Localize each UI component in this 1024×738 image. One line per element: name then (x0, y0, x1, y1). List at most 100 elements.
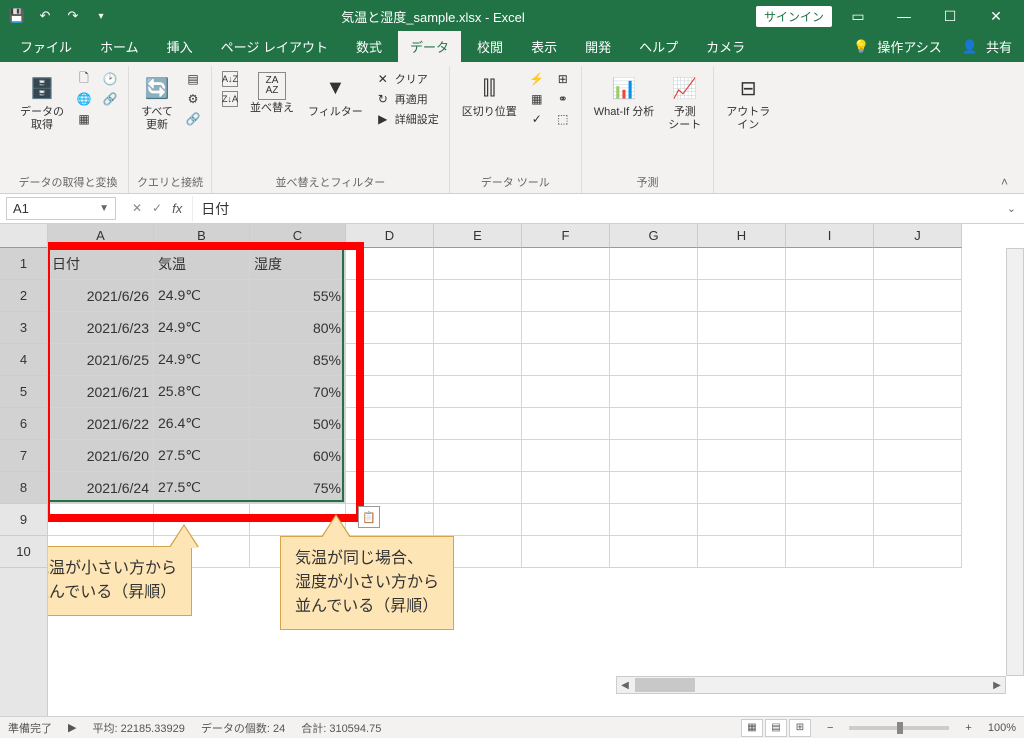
row-header[interactable]: 10 (0, 536, 47, 568)
refresh-all-button[interactable]: 🔄 すべて 更新 (137, 70, 177, 134)
column-header[interactable]: I (786, 224, 874, 248)
zoom-out-button[interactable]: − (827, 722, 833, 734)
cell[interactable]: 2021/6/25 (48, 344, 154, 376)
cell[interactable] (522, 248, 610, 280)
queries-button[interactable]: ▤ (183, 70, 203, 88)
cell[interactable] (434, 280, 522, 312)
cell[interactable] (698, 376, 786, 408)
cell[interactable]: 27.5℃ (154, 472, 250, 504)
tab-camera[interactable]: カメラ (694, 31, 757, 62)
horizontal-scrollbar[interactable]: ◀ ▶ (616, 676, 1006, 694)
cell[interactable]: 85% (250, 344, 346, 376)
cell[interactable] (610, 376, 698, 408)
cell[interactable] (346, 248, 434, 280)
tab-view[interactable]: 表示 (519, 31, 569, 62)
cell[interactable]: 2021/6/26 (48, 280, 154, 312)
cell[interactable] (698, 504, 786, 536)
column-header[interactable]: B (154, 224, 250, 248)
row-header[interactable]: 2 (0, 280, 47, 312)
tab-file[interactable]: ファイル (8, 31, 84, 62)
scroll-left-icon[interactable]: ◀ (617, 680, 633, 691)
relationships-button[interactable]: ⚭ (553, 90, 573, 108)
cell[interactable] (874, 280, 962, 312)
cell[interactable]: 2021/6/21 (48, 376, 154, 408)
tab-developer[interactable]: 開発 (573, 31, 623, 62)
tab-formulas[interactable]: 数式 (344, 31, 394, 62)
chevron-down-icon[interactable]: ▼ (99, 203, 109, 214)
paste-options-button[interactable]: 📋 (358, 506, 380, 528)
cell[interactable] (346, 280, 434, 312)
cell[interactable] (874, 504, 962, 536)
qat-customize-icon[interactable]: ▾ (92, 7, 110, 25)
cell[interactable] (786, 280, 874, 312)
properties-button[interactable]: ⚙ (183, 90, 203, 108)
cell[interactable] (698, 344, 786, 376)
cell[interactable] (610, 248, 698, 280)
cell[interactable] (434, 376, 522, 408)
tab-home[interactable]: ホーム (88, 31, 151, 62)
cell[interactable] (522, 504, 610, 536)
cell[interactable] (610, 472, 698, 504)
cell[interactable] (874, 536, 962, 568)
cell[interactable] (610, 312, 698, 344)
cell[interactable]: 湿度 (250, 248, 346, 280)
cell[interactable]: 70% (250, 376, 346, 408)
row-header[interactable]: 1 (0, 248, 47, 280)
cell[interactable]: 気温 (154, 248, 250, 280)
cell[interactable] (874, 248, 962, 280)
cell[interactable] (610, 344, 698, 376)
reapply-button[interactable]: ↻再適用 (373, 90, 441, 108)
sort-desc-button[interactable]: Z↓A (220, 90, 240, 108)
row-header[interactable]: 9 (0, 504, 47, 536)
cell[interactable] (346, 472, 434, 504)
cell[interactable] (786, 312, 874, 344)
cell[interactable] (434, 312, 522, 344)
cell[interactable] (874, 376, 962, 408)
close-icon[interactable]: ✕ (976, 4, 1016, 28)
cell[interactable] (786, 504, 874, 536)
row-header[interactable]: 6 (0, 408, 47, 440)
cell[interactable]: 日付 (48, 248, 154, 280)
text-to-columns-button[interactable]: ⫿⫿ 区切り位置 (458, 70, 521, 121)
column-header[interactable]: J (874, 224, 962, 248)
outline-button[interactable]: ⊟ アウトラ イン (722, 70, 774, 134)
cell[interactable] (610, 440, 698, 472)
cell[interactable] (610, 408, 698, 440)
row-header[interactable]: 3 (0, 312, 47, 344)
tab-pagelayout[interactable]: ページ レイアウト (209, 31, 340, 62)
column-header[interactable]: E (434, 224, 522, 248)
tab-insert[interactable]: 挿入 (155, 31, 205, 62)
from-table-button[interactable]: ▦ (74, 110, 94, 128)
edit-links-button[interactable]: 🔗 (183, 110, 203, 128)
consolidate-button[interactable]: ⊞ (553, 70, 573, 88)
enter-formula-icon[interactable]: ✓ (152, 201, 162, 216)
cell[interactable] (346, 408, 434, 440)
cell[interactable] (698, 536, 786, 568)
clear-filter-button[interactable]: ✕クリア (373, 70, 441, 88)
cell[interactable] (434, 504, 522, 536)
cell[interactable] (610, 280, 698, 312)
ribbon-display-icon[interactable]: ▭ (838, 4, 878, 28)
tab-review[interactable]: 校閲 (465, 31, 515, 62)
cells-area[interactable]: 日付気温湿度2021/6/2624.9℃55%2021/6/2324.9℃80%… (48, 248, 1024, 568)
cell[interactable]: 80% (250, 312, 346, 344)
row-header[interactable]: 8 (0, 472, 47, 504)
column-header[interactable]: H (698, 224, 786, 248)
cell[interactable] (786, 440, 874, 472)
select-all-corner[interactable] (0, 224, 47, 248)
maximize-icon[interactable]: ☐ (930, 4, 970, 28)
cell[interactable] (346, 344, 434, 376)
tell-me[interactable]: 操作アシス (877, 37, 941, 56)
cell[interactable] (786, 408, 874, 440)
cell[interactable]: 25.8℃ (154, 376, 250, 408)
cell[interactable] (346, 440, 434, 472)
page-layout-view-button[interactable]: ▤ (765, 719, 787, 737)
cell[interactable] (434, 472, 522, 504)
cell[interactable]: 60% (250, 440, 346, 472)
cell[interactable] (522, 280, 610, 312)
cell[interactable]: 27.5℃ (154, 440, 250, 472)
row-header[interactable]: 4 (0, 344, 47, 376)
cell[interactable]: 55% (250, 280, 346, 312)
fx-icon[interactable]: fx (172, 201, 182, 216)
redo-icon[interactable]: ↷ (64, 7, 82, 25)
